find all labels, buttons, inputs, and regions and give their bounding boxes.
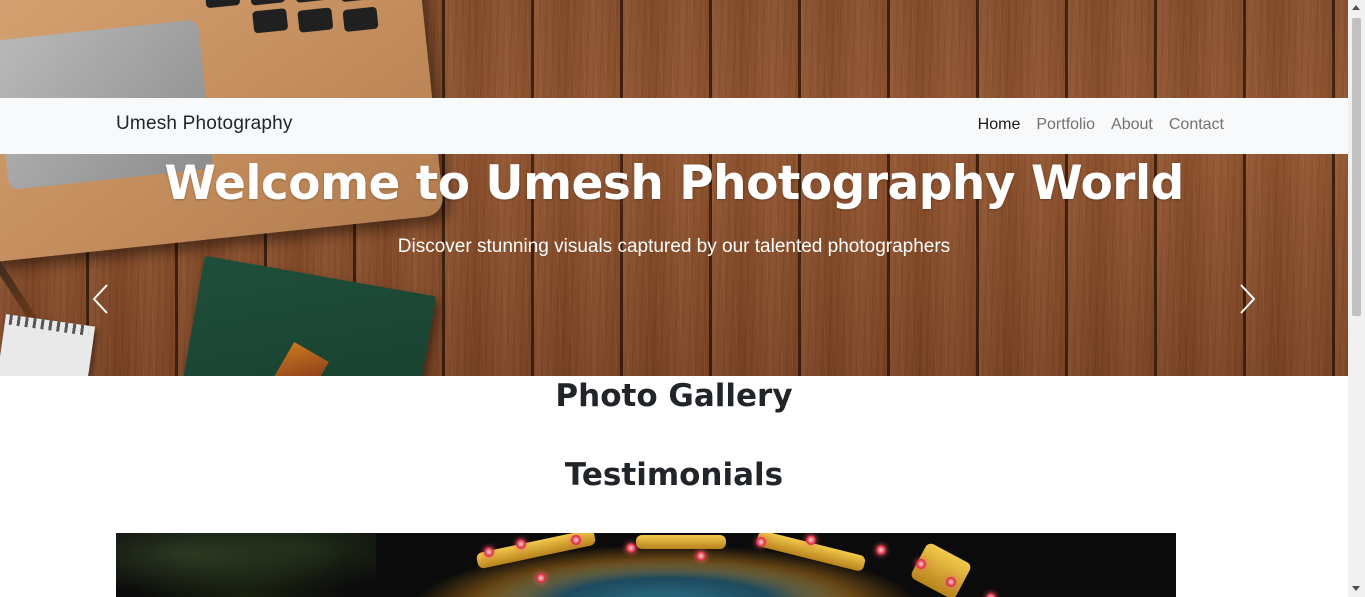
page-scrollbar[interactable] — [1348, 0, 1365, 597]
nav-link-about[interactable]: About — [1111, 116, 1153, 134]
carousel-prev-button[interactable] — [86, 282, 116, 316]
scroll-up-icon[interactable] — [1352, 5, 1360, 10]
hero-title: Welcome to Umesh Photography World — [164, 156, 1184, 211]
chevron-right-icon — [1240, 284, 1256, 314]
carousel-next-button[interactable] — [1232, 282, 1262, 316]
scroll-thumb[interactable] — [1352, 18, 1361, 316]
testimonials-heading: Testimonials — [564, 457, 784, 493]
scroll-down-icon[interactable] — [1352, 586, 1360, 591]
navbar: Umesh Photography Home Portfolio About C… — [0, 98, 1348, 154]
page: Umesh Photography Home Portfolio About C… — [0, 0, 1348, 597]
gallery-heading: Photo Gallery — [555, 378, 793, 414]
brand-logo[interactable]: Umesh Photography — [116, 113, 293, 135]
testimonial-photo — [116, 533, 1176, 597]
nav-links: Home Portfolio About Contact — [978, 116, 1224, 134]
nav-link-contact[interactable]: Contact — [1169, 116, 1224, 134]
nav-link-portfolio[interactable]: Portfolio — [1036, 116, 1095, 134]
chevron-left-icon — [92, 284, 108, 314]
hero-subtitle: Discover stunning visuals captured by ou… — [397, 236, 951, 257]
nav-link-home[interactable]: Home — [978, 116, 1021, 134]
